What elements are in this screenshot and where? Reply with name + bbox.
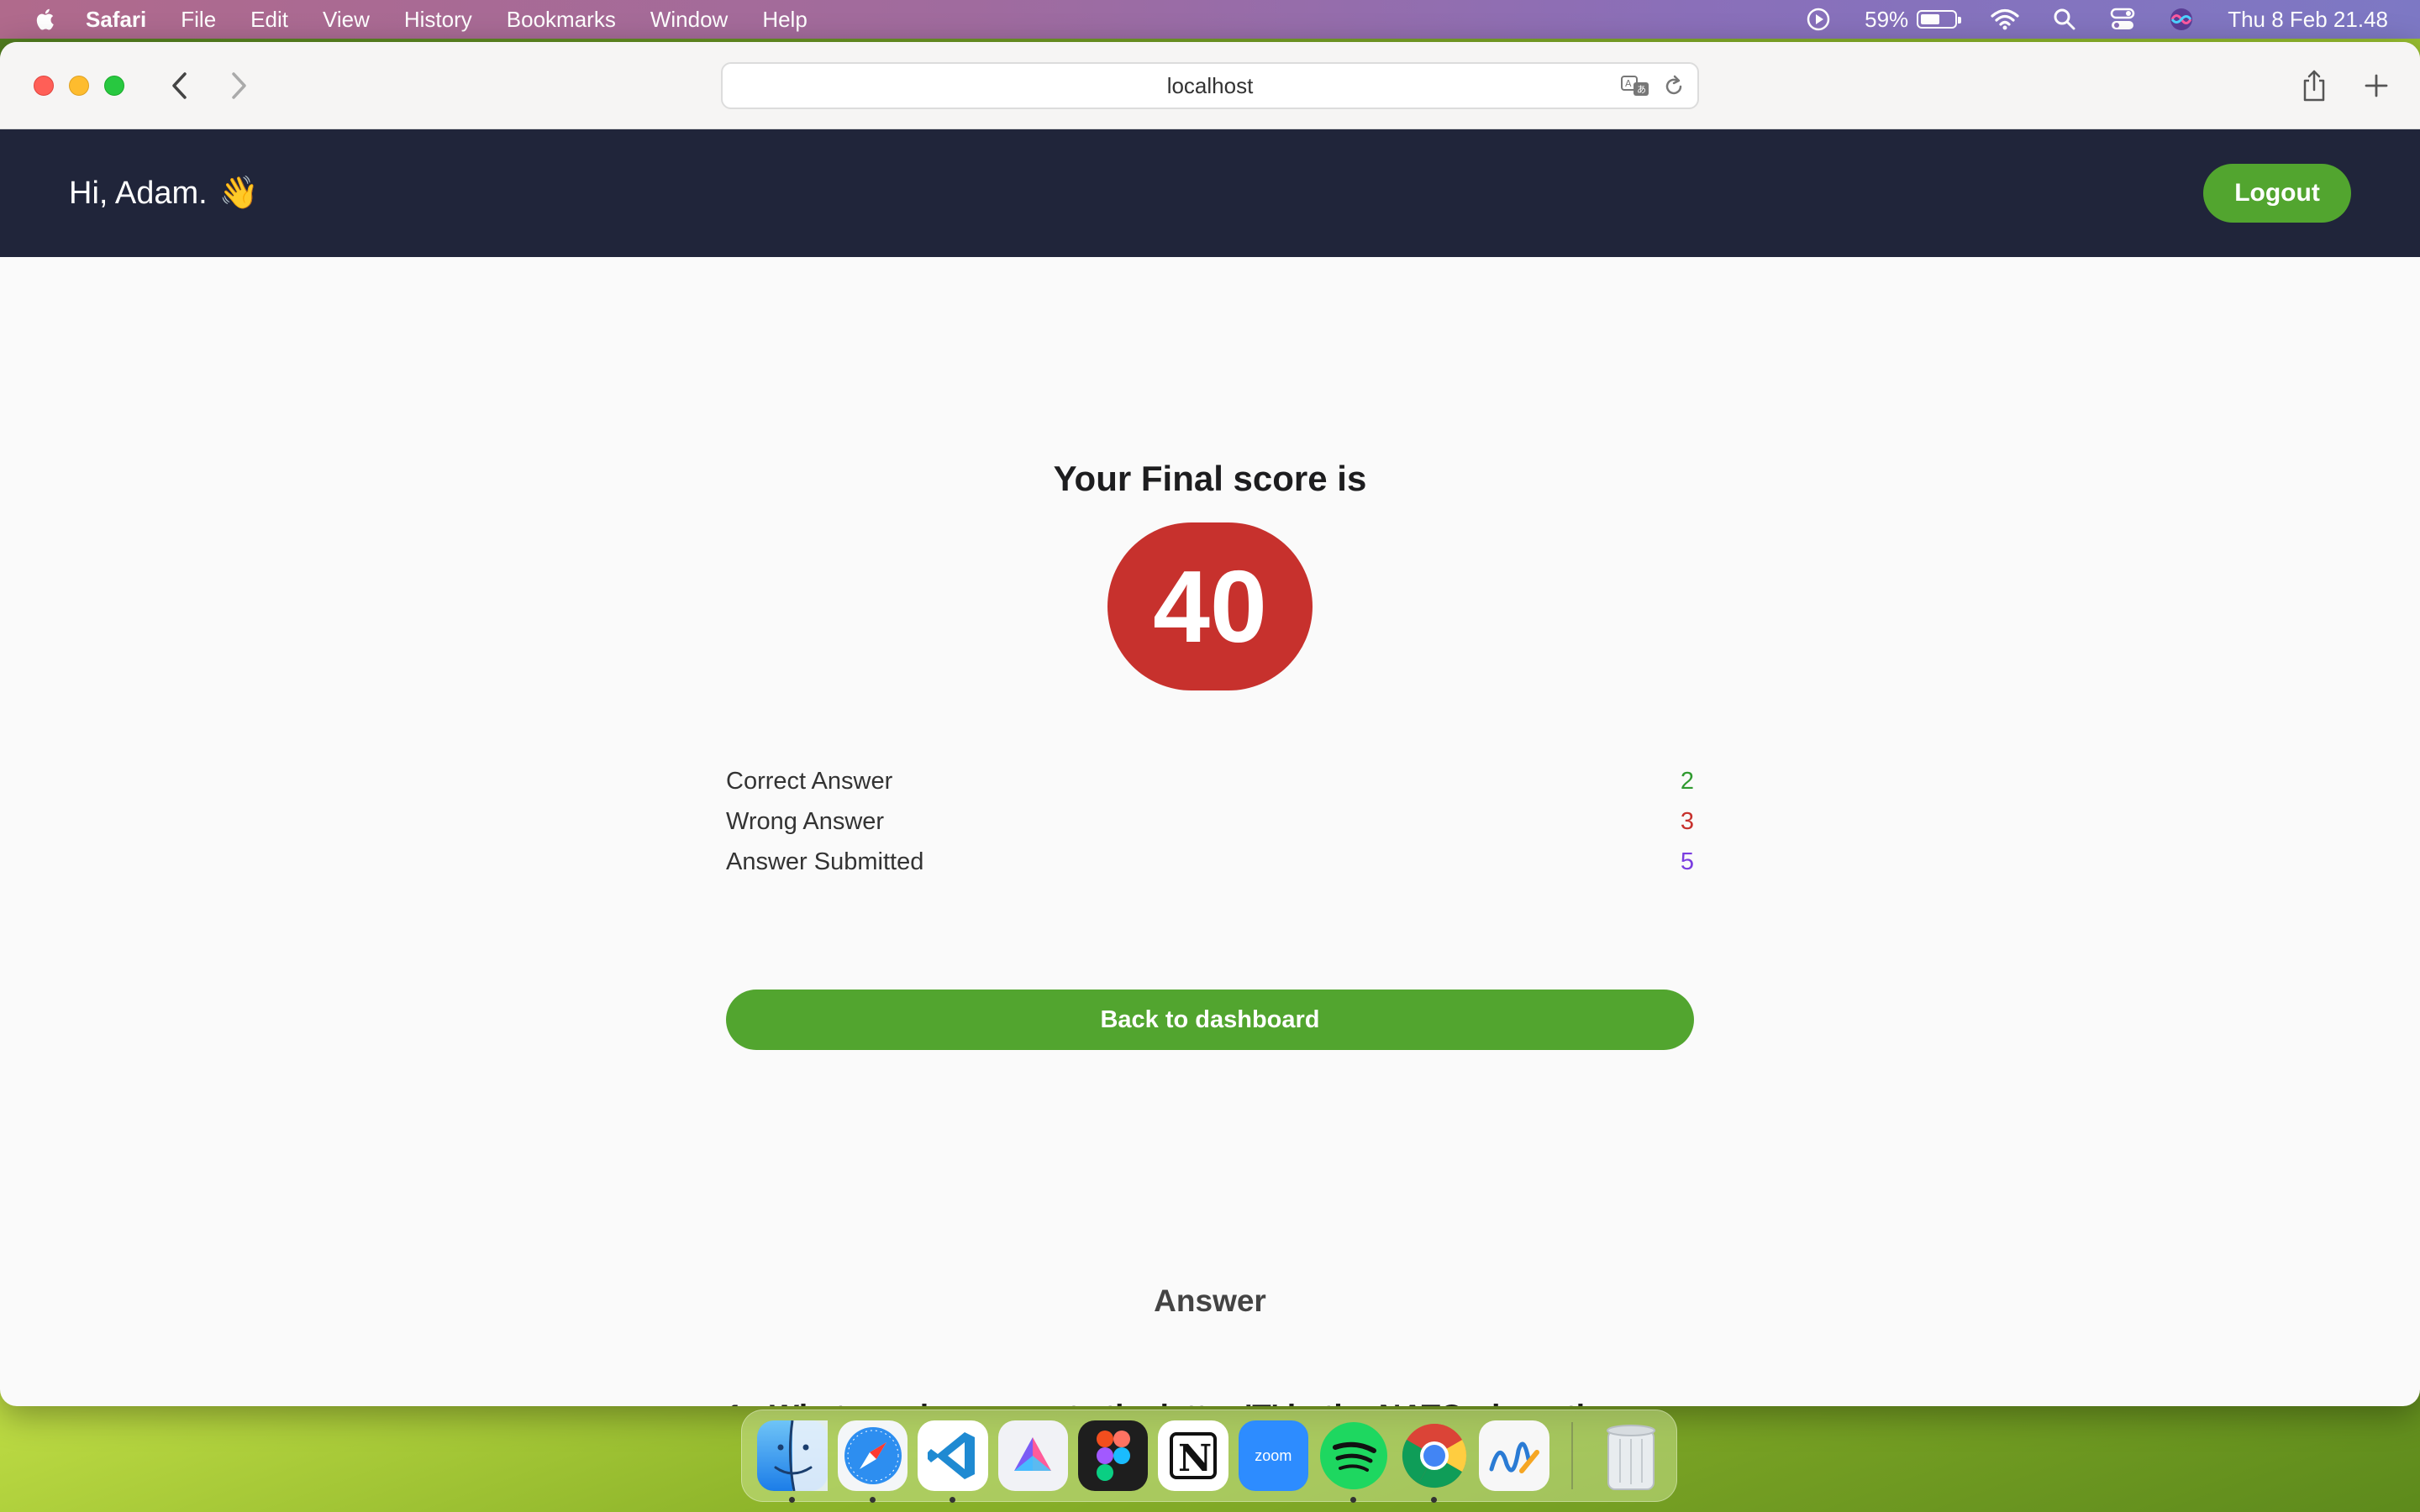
apple-icon[interactable] [34,7,59,32]
finder-icon[interactable] [757,1420,828,1503]
battery-status[interactable]: 59% [1865,6,1962,33]
notion-icon[interactable]: N [1158,1420,1228,1491]
safari-icon[interactable] [838,1420,908,1503]
app-header: Hi, Adam. 👋 Logout [0,129,2420,257]
minimize-window-button[interactable] [69,76,89,96]
url-text: localhost [1166,72,1254,98]
greeting: Hi, Adam. 👋 [69,175,259,212]
waving-hand-icon: 👋 [218,176,260,211]
menu-edit[interactable]: Edit [250,7,288,33]
chevron-right-icon [232,72,246,99]
reload-icon[interactable] [1662,74,1686,99]
question-text: What word represents the letter 'T' in t… [770,1393,1610,1406]
address-bar[interactable]: localhost Aあ [721,62,1699,109]
stat-row-wrong: Wrong Answer 3 [726,801,1694,842]
stat-value-submitted: 5 [1680,848,1694,875]
battery-icon [1917,10,1962,29]
vscode-icon[interactable] [918,1420,988,1503]
chrome-icon[interactable] [1399,1420,1469,1503]
window-controls [34,76,124,96]
menu-bar: Safari File Edit View History Bookmarks … [0,0,2420,39]
wifi-icon[interactable] [1991,8,2019,30]
translate-icon[interactable]: Aあ [1620,74,1652,99]
menu-file[interactable]: File [181,7,216,33]
stat-value-correct: 2 [1680,767,1694,795]
battery-percent: 59% [1865,6,1909,32]
freeform-icon[interactable] [1479,1420,1549,1491]
forward-button[interactable] [222,69,255,102]
score-badge: 40 [1107,522,1313,690]
new-tab-button[interactable] [2358,67,2395,104]
browser-window: localhost Aあ Hi, Adam. 👋 Logout Your Fin… [0,42,2420,1406]
logout-button[interactable]: Logout [2203,164,2351,223]
trash-icon[interactable] [1597,1420,1666,1491]
answer-heading: Answer [1154,1284,1266,1318]
stat-label: Answer Submitted [726,848,924,875]
svg-text:A: A [1625,78,1632,89]
stat-value-wrong: 3 [1680,807,1694,835]
question-item: 1. What word represents the letter 'T' i… [726,1393,1694,1406]
share-icon [2303,70,2325,102]
menu-bookmarks[interactable]: Bookmarks [507,7,616,33]
menu-app-name[interactable]: Safari [86,7,146,33]
spotlight-search-icon[interactable] [2053,8,2076,31]
question-number: 1. [726,1393,770,1406]
now-playing-icon[interactable] [1806,7,1831,32]
chevron-left-icon [172,72,187,99]
browser-toolbar: localhost Aあ [0,42,2420,129]
zoom-label: zoom [1255,1446,1292,1464]
control-center-icon[interactable] [2110,8,2135,31]
greeting-text: Hi, Adam. [69,175,208,211]
svg-text:あ: あ [1637,84,1646,95]
score-stats: Correct Answer 2 Wrong Answer 3 Answer S… [726,761,1694,882]
zoom-icon[interactable]: zoom [1238,1420,1308,1491]
dock: N zoom [741,1410,1677,1503]
score-title: Your Final score is [1053,459,1367,498]
back-button[interactable] [163,69,197,102]
menu-window[interactable]: Window [650,7,728,33]
figma-icon[interactable] [1077,1420,1149,1491]
maximize-window-button[interactable] [104,76,124,96]
svg-text:N: N [1178,1437,1212,1480]
siri-icon[interactable] [2169,7,2194,32]
share-button[interactable] [2296,67,2333,104]
plus-icon [2365,74,2388,97]
craft-icon[interactable] [997,1420,1068,1491]
spotify-icon[interactable] [1318,1420,1389,1503]
close-window-button[interactable] [34,76,54,96]
stat-row-submitted: Answer Submitted 5 [726,842,1694,882]
score-value: 40 [1153,549,1267,664]
menu-history[interactable]: History [404,7,472,33]
back-to-dashboard-button[interactable]: Back to dashboard [726,990,1694,1050]
stat-row-correct: Correct Answer 2 [726,761,1694,801]
menu-view[interactable]: View [323,7,370,33]
stat-label: Wrong Answer [726,807,885,835]
menu-help[interactable]: Help [762,7,807,33]
dock-separator [1570,1422,1573,1489]
stat-label: Correct Answer [726,767,893,795]
menu-clock[interactable]: Thu 8 Feb 21.48 [2228,7,2388,33]
